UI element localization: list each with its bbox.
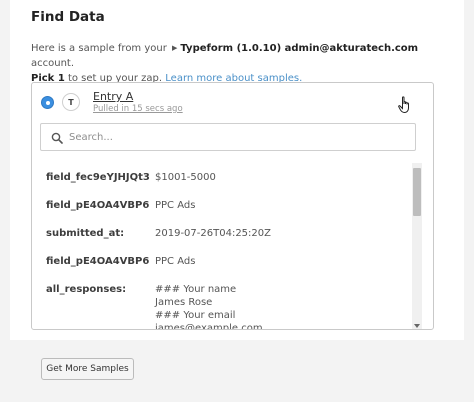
search-box: [40, 123, 416, 151]
field-value: 2019-07-26T04:25:20Z: [155, 228, 271, 239]
field-value: $1001-5000: [155, 172, 216, 183]
entry-avatar: T: [62, 93, 80, 111]
field-name: field_fec9eYJHJQt3:: [46, 172, 150, 183]
typeform-icon: ▶: [172, 44, 178, 52]
app-account-name: Typeform (1.0.10) admin@akturatech.com: [180, 43, 419, 54]
sample-description: Here is a sample from your ▶ Typeform (1.…: [31, 41, 441, 86]
field-name: submitted_at:: [46, 228, 125, 239]
field-value: ### Your name James Rose ### Your email …: [155, 284, 263, 330]
hand-cursor-icon: [398, 96, 409, 114]
field-name: field_pE4OA4VBP6...: [46, 256, 150, 267]
entry-radio[interactable]: [41, 96, 54, 109]
scrollbar-thumb[interactable]: [413, 168, 421, 216]
page-title: Find Data: [31, 9, 105, 25]
field-value: PPC Ads: [155, 256, 196, 267]
field-name: all_responses:: [46, 284, 127, 295]
description-prefix: Here is a sample from your: [31, 43, 167, 54]
field-list: field_fec9eYJHJQt3: $1001-5000 field_pE4…: [32, 163, 412, 330]
search-icon: [51, 132, 63, 144]
search-input[interactable]: [69, 128, 399, 146]
get-more-samples-button[interactable]: Get More Samples: [41, 358, 134, 380]
entry-title[interactable]: Entry A: [93, 90, 133, 103]
field-list-scrollbar[interactable]: [412, 163, 422, 329]
entry-pulled-time: Pulled in 15 secs ago: [93, 104, 183, 114]
description-suffix: account.: [31, 58, 75, 69]
field-name: field_pE4OA4VBP6...: [46, 200, 150, 211]
scroll-down-arrow-icon[interactable]: [414, 324, 420, 328]
field-value: PPC Ads: [155, 200, 196, 211]
sample-panel: T Entry A Pulled in 15 secs ago field_fe…: [31, 82, 434, 330]
